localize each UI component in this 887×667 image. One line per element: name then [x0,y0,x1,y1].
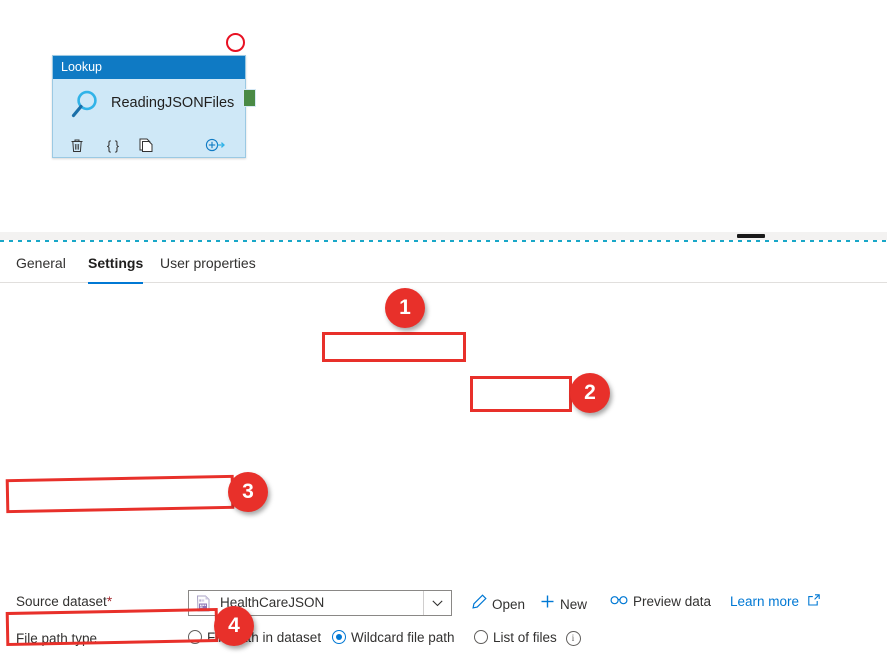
activity-type-label: Lookup [53,56,245,79]
success-output-port[interactable] [243,89,256,107]
splitter-drag-handle[interactable] [737,234,765,238]
activity-name: ReadingJSONFiles [111,95,234,111]
tab-user-properties[interactable]: User properties [160,246,256,282]
activity-actions: { } [53,133,245,157]
learn-more-link[interactable]: Learn more [730,594,820,609]
radio-list-of-files[interactable]: List of files i [474,630,581,646]
dataset-icon [195,595,212,612]
radio-dot-icon [474,630,488,644]
new-dataset-button[interactable]: New [540,594,587,612]
external-link-icon [808,594,820,609]
radio-list-of-files-label: List of files [493,630,557,645]
activity-body: ReadingJSONFiles [53,79,245,133]
radio-wildcard-file-path-label: Wildcard file path [351,630,455,645]
code-icon[interactable]: { } [103,135,123,155]
plus-icon [540,594,555,612]
screenshot-root: Lookup ReadingJSONFiles [0,0,887,667]
annotation-box-2 [470,376,572,412]
open-dataset-label: Open [492,597,525,612]
failure-circle-icon [226,33,245,52]
delete-icon[interactable] [67,135,87,155]
annotation-badge-2: 2 [570,373,610,413]
clone-icon[interactable] [136,135,156,155]
glasses-icon [610,594,628,609]
chevron-down-icon[interactable] [423,591,451,615]
required-asterisk: * [107,594,112,609]
source-dataset-label-text: Source dataset [16,594,107,609]
radio-dot-icon [332,630,346,644]
tab-settings[interactable]: Settings [88,246,143,284]
source-dataset-select[interactable]: HealthCareJSON [188,590,452,616]
annotation-badge-1: 1 [385,288,425,328]
new-dataset-label: New [560,597,587,612]
properties-tab-strip: General Settings User properties [0,246,887,283]
learn-more-label: Learn more [730,594,799,609]
pipeline-canvas[interactable]: Lookup ReadingJSONFiles [0,0,887,228]
selection-dashed-border [0,240,887,242]
radio-file-path-in-dataset[interactable]: File path in dataset [188,630,321,645]
annotation-box-3 [6,475,235,513]
pencil-icon [472,594,487,612]
preview-data-button[interactable]: Preview data [610,594,711,609]
open-dataset-button[interactable]: Open [472,594,525,612]
radio-wildcard-file-path[interactable]: Wildcard file path [332,630,455,645]
file-path-type-label: File path type [16,631,97,646]
source-dataset-label: Source dataset* [16,594,112,609]
annotation-box-1 [322,332,466,362]
preview-data-label: Preview data [633,594,711,609]
lookup-activity-card[interactable]: Lookup ReadingJSONFiles [52,55,246,158]
add-output-icon[interactable] [205,135,225,155]
radio-dot-icon [188,630,202,644]
info-icon[interactable]: i [566,631,581,646]
tab-general[interactable]: General [16,246,66,282]
radio-file-path-in-dataset-label: File path in dataset [207,630,321,645]
annotation-badge-3: 3 [228,472,268,512]
magnifier-icon [67,87,103,123]
source-dataset-value: HealthCareJSON [220,595,324,610]
